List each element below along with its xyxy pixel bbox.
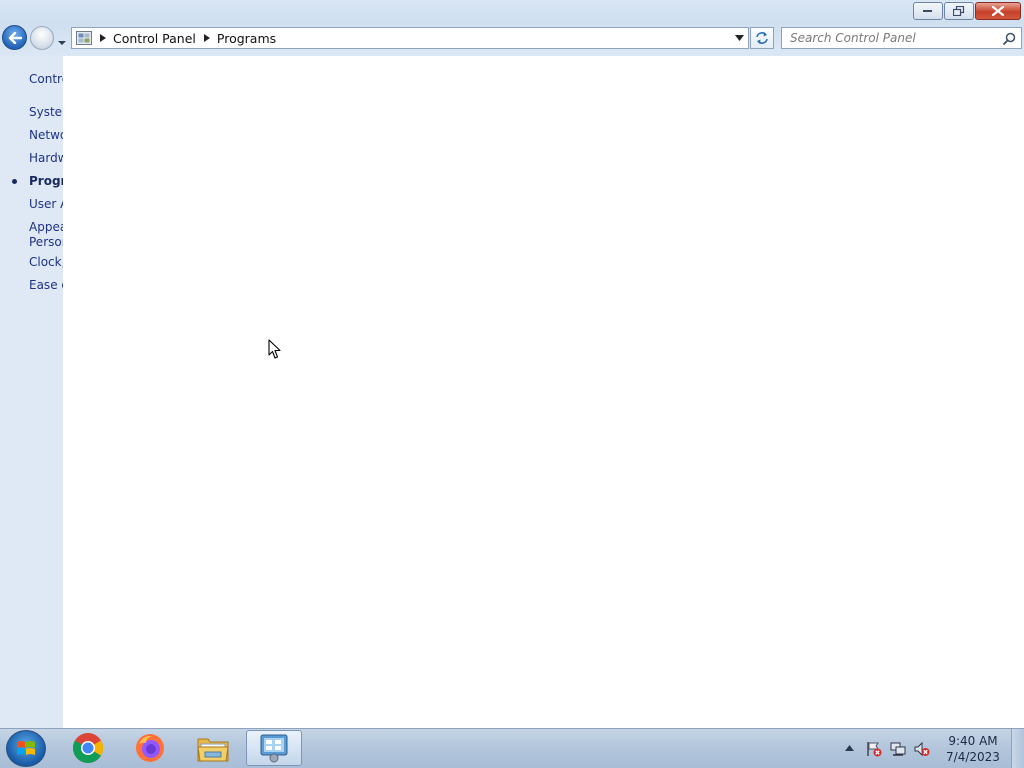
minimize-button[interactable] — [913, 2, 943, 20]
control-panel-small-icon — [76, 31, 92, 45]
network-icon[interactable] — [890, 741, 906, 757]
breadcrumb-arrow-icon — [100, 34, 106, 42]
forward-button[interactable] — [30, 26, 54, 50]
breadcrumb-programs[interactable]: Programs — [217, 31, 276, 46]
system-clock[interactable]: 9:40 AM 7/4/2023 — [940, 733, 1006, 765]
close-icon — [992, 6, 1004, 16]
start-button[interactable] — [6, 730, 46, 767]
control-panel-icon — [260, 734, 288, 763]
taskbar-chrome[interactable] — [60, 730, 116, 766]
minimize-icon — [923, 10, 932, 12]
sidebar: Contro System Netwo Hardw Progra User A … — [0, 56, 63, 728]
action-center-flag-icon[interactable] — [866, 741, 882, 757]
address-bar[interactable]: Control Panel Programs — [71, 27, 749, 49]
sidebar-item-control-panel-home[interactable]: Contro — [29, 72, 63, 87]
sidebar-item-programs[interactable]: Progra — [29, 174, 63, 189]
caption-buttons — [912, 2, 1021, 20]
control-panel-window: Control Panel Programs Contro System Net… — [0, 0, 1024, 728]
refresh-button[interactable] — [750, 27, 774, 49]
recent-pages-button[interactable] — [57, 33, 67, 45]
arrow-right-icon — [31, 27, 53, 49]
show-desktop-button[interactable] — [1011, 729, 1024, 768]
address-dropdown-icon[interactable] — [735, 35, 744, 41]
sidebar-item-system-and-security[interactable]: System — [29, 105, 63, 120]
sidebar-item-user-accounts[interactable]: User A — [29, 197, 63, 212]
taskbar-firefox[interactable] — [122, 730, 178, 766]
sidebar-item-ease-of-access[interactable]: Ease o — [29, 278, 63, 293]
breadcrumb-arrow-icon — [203, 34, 210, 42]
show-hidden-icons-icon[interactable] — [845, 745, 854, 751]
taskbar-file-explorer[interactable] — [185, 730, 241, 766]
file-explorer-icon — [197, 738, 229, 762]
restore-button[interactable] — [944, 2, 974, 20]
clock-time: 9:40 AM — [948, 734, 998, 748]
chevron-down-icon — [58, 41, 66, 45]
taskbar: 9:40 AM 7/4/2023 — [0, 728, 1024, 768]
navigation-bar: Control Panel Programs — [0, 25, 1024, 52]
main-content — [63, 56, 1024, 728]
search-box[interactable] — [781, 27, 1022, 49]
active-bullet — [12, 179, 17, 184]
firefox-icon — [136, 734, 164, 762]
sidebar-item-clock-language-region[interactable]: Clock, — [29, 255, 63, 270]
taskbar-control-panel[interactable] — [246, 730, 302, 766]
sidebar-item-hardware-and-sound[interactable]: Hardw — [29, 151, 63, 166]
sidebar-item-network-and-internet[interactable]: Netwo — [29, 128, 63, 143]
sidebar-item-appearance[interactable]: Appea — [29, 220, 63, 235]
sidebar-item-personalization[interactable]: Person — [29, 235, 63, 250]
refresh-icon — [756, 32, 768, 44]
restore-icon — [953, 6, 965, 16]
back-button[interactable] — [2, 25, 27, 50]
mouse-cursor-icon — [268, 339, 281, 359]
chrome-icon — [72, 733, 104, 764]
search-input[interactable] — [782, 28, 1004, 48]
close-button[interactable] — [975, 2, 1021, 20]
arrow-left-icon — [8, 31, 22, 44]
search-icon[interactable] — [1003, 32, 1016, 45]
windows-logo-icon — [17, 740, 35, 755]
breadcrumb-control-panel[interactable]: Control Panel — [113, 31, 196, 46]
volume-muted-icon[interactable] — [914, 741, 930, 757]
clock-date: 7/4/2023 — [946, 750, 1000, 764]
